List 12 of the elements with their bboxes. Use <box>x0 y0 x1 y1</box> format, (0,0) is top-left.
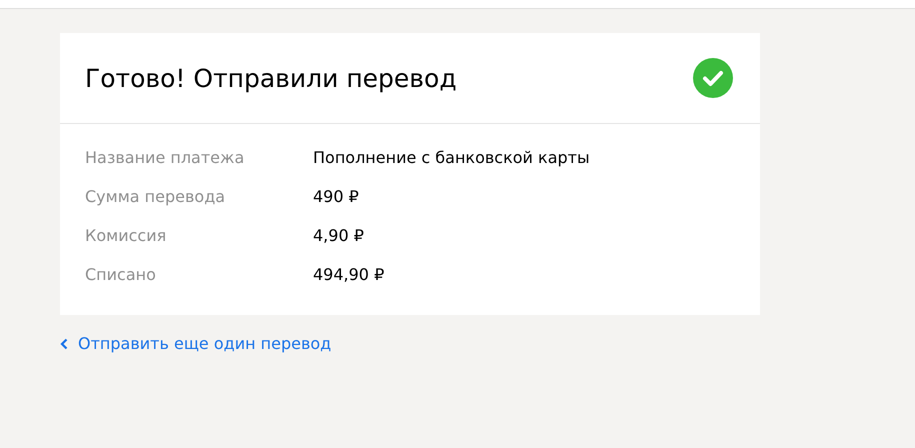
detail-value: 490 ₽ <box>313 187 359 207</box>
send-another-link[interactable]: Отправить еще один перевод <box>60 334 332 353</box>
success-check-icon <box>693 58 733 98</box>
detail-label: Списано <box>85 265 157 285</box>
chevron-left-icon <box>60 338 68 350</box>
detail-value: 494,90 ₽ <box>313 265 384 285</box>
page-title: Готово! Отправили перевод <box>85 64 457 92</box>
detail-value: 4,90 ₽ <box>313 226 364 246</box>
detail-label: Название платежа <box>85 148 246 168</box>
detail-value: Пополнение с банковской карты <box>313 148 590 168</box>
detail-label: Комиссия <box>85 226 168 246</box>
detail-label: Сумма перевода <box>85 187 226 207</box>
